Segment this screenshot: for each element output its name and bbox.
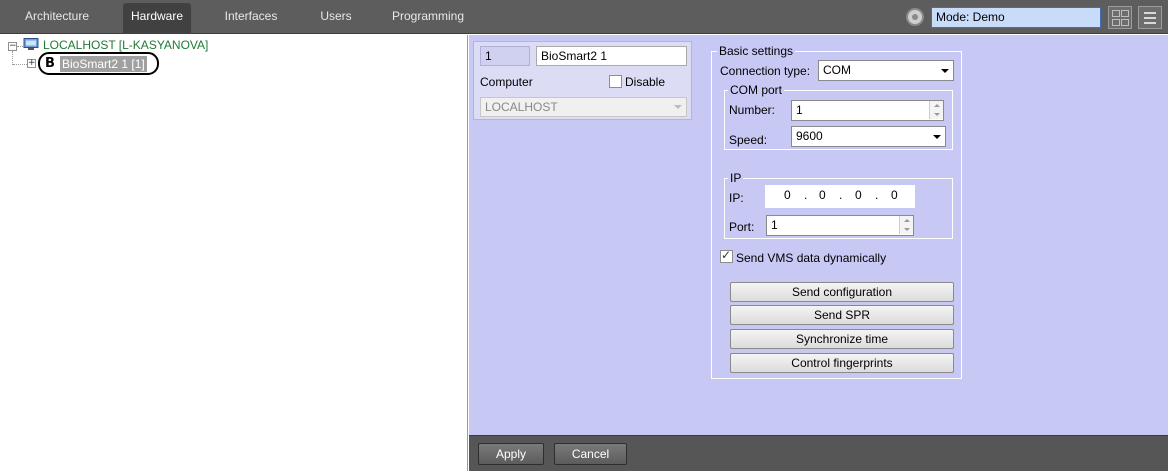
chevron-down-icon <box>933 135 941 139</box>
spin-down-icon[interactable] <box>899 225 913 234</box>
tab-architecture[interactable]: Architecture <box>14 3 100 34</box>
port-label: Port: <box>729 220 755 234</box>
connection-type-select[interactable]: COM <box>818 60 954 81</box>
spin-up-icon[interactable] <box>929 101 943 110</box>
disable-checkbox[interactable] <box>609 75 622 88</box>
ip-label: IP: <box>729 191 744 205</box>
tree-node-host[interactable]: LOCALHOST [L-KASYANOVA] <box>43 38 208 52</box>
control-fingerprints-button[interactable]: Control fingerprints <box>730 353 954 373</box>
bottom-action-bar: Apply Cancel <box>469 435 1168 471</box>
tab-users[interactable]: Users <box>311 3 361 34</box>
send-configuration-button[interactable]: Send configuration <box>730 282 954 302</box>
tab-programming[interactable]: Programming <box>388 3 468 34</box>
computer-icon <box>23 38 39 50</box>
mode-indicator[interactable]: Mode: Demo <box>931 7 1101 28</box>
mode-icon[interactable] <box>906 8 924 26</box>
tab-hardware[interactable]: Hardware <box>123 3 191 34</box>
number-label: Number: <box>729 103 776 117</box>
computer-label: Computer <box>480 75 533 89</box>
top-navigation-bar: Architecture Hardware Interfaces Users P… <box>0 0 1168 34</box>
spin-up-icon[interactable] <box>899 216 913 225</box>
speed-value: 9600 <box>796 129 823 143</box>
com-port-title: COM port <box>728 83 785 97</box>
biosmart-icon: B <box>45 56 55 71</box>
spin-down-icon[interactable] <box>929 110 943 119</box>
ip-octet: 0 <box>855 188 862 202</box>
collapse-icon[interactable]: − <box>8 42 17 51</box>
computer-value: LOCALHOST <box>485 100 558 114</box>
port-spinner[interactable]: 1 <box>766 215 914 236</box>
ip-title: IP <box>728 171 744 185</box>
ip-address-input[interactable]: 0 . 0 . 0 . 0 <box>765 185 915 208</box>
send-vms-checkbox[interactable] <box>720 248 733 263</box>
connection-type-label: Connection type: <box>720 64 811 78</box>
layout-grid-icon[interactable] <box>1108 6 1132 29</box>
basic-settings-title: Basic settings <box>717 44 796 58</box>
ip-octet: 0 <box>891 188 898 202</box>
computer-select: LOCALHOST <box>480 97 687 117</box>
ip-dot: . <box>875 188 879 202</box>
device-label[interactable]: BioSmart2 1 [1] <box>60 56 147 72</box>
tree-connector <box>12 51 13 65</box>
chevron-down-icon <box>674 105 682 109</box>
chevron-down-icon <box>941 69 949 73</box>
number-spinner[interactable]: 1 <box>791 100 944 121</box>
speed-label: Speed: <box>729 133 768 147</box>
expand-icon[interactable]: + <box>27 59 36 68</box>
com-port-group: COM port Number: 1 Speed: 9600 <box>724 83 953 150</box>
settings-panel: 1 BioSmart2 1 Computer Disable LOCALHOST… <box>469 35 1168 435</box>
hardware-tree-panel: − LOCALHOST [L-KASYANOVA] + B BioSmart2 … <box>0 35 468 471</box>
send-vms-label: Send VMS data dynamically <box>736 251 887 265</box>
ip-octet: 0 <box>819 188 826 202</box>
tree-connector <box>13 64 27 65</box>
ip-dot: . <box>839 188 843 202</box>
object-card: 1 BioSmart2 1 Computer Disable LOCALHOST <box>473 41 692 120</box>
disable-label: Disable <box>625 75 666 89</box>
ip-octet: 0 <box>784 188 791 202</box>
number-value: 1 <box>796 103 803 117</box>
menu-icon[interactable] <box>1138 6 1162 29</box>
send-spr-button[interactable]: Send SPR <box>730 305 954 325</box>
tab-interfaces[interactable]: Interfaces <box>216 3 286 34</box>
connection-type-value: COM <box>823 63 851 77</box>
ip-dot: . <box>804 188 808 202</box>
ip-group: IP IP: 0 . 0 . 0 . 0 Port: 1 <box>724 171 953 239</box>
object-number-field[interactable]: 1 <box>480 46 530 66</box>
object-name-field[interactable]: BioSmart2 1 <box>536 46 687 66</box>
port-value: 1 <box>771 218 778 232</box>
cancel-button[interactable]: Cancel <box>554 443 627 465</box>
synchronize-time-button[interactable]: Synchronize time <box>730 329 954 349</box>
speed-select[interactable]: 9600 <box>791 126 946 147</box>
apply-button[interactable]: Apply <box>478 443 544 465</box>
tree-node-device[interactable]: B BioSmart2 1 [1] <box>38 52 159 75</box>
